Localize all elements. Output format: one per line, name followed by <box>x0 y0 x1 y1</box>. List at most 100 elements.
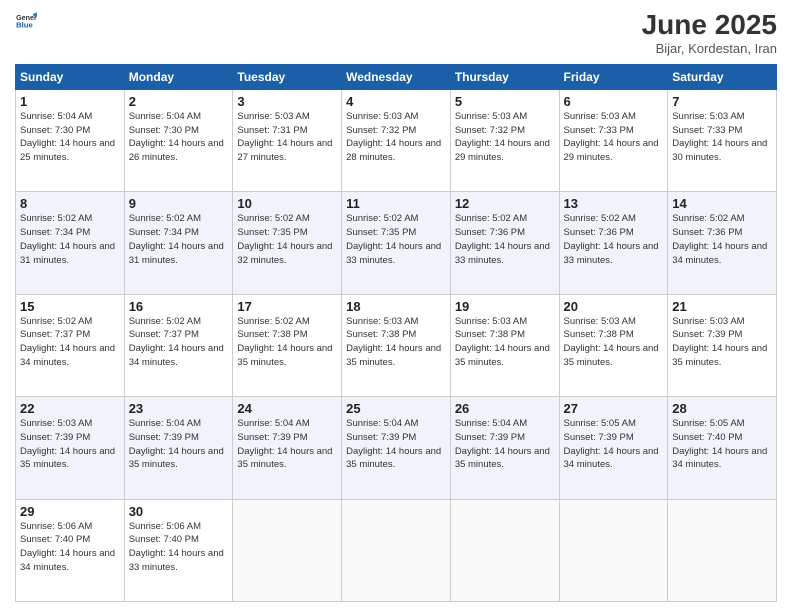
day-detail: Sunrise: 5:03 AM Sunset: 7:38 PM Dayligh… <box>564 315 664 370</box>
day-detail: Sunrise: 5:03 AM Sunset: 7:38 PM Dayligh… <box>455 315 555 370</box>
day-detail: Sunrise: 5:03 AM Sunset: 7:33 PM Dayligh… <box>672 110 772 165</box>
calendar-cell <box>450 499 559 601</box>
day-number: 15 <box>20 299 120 314</box>
day-detail: Sunrise: 5:04 AM Sunset: 7:39 PM Dayligh… <box>237 417 337 472</box>
day-detail: Sunrise: 5:02 AM Sunset: 7:35 PM Dayligh… <box>237 212 337 267</box>
calendar-cell <box>559 499 668 601</box>
calendar-cell <box>233 499 342 601</box>
day-number: 25 <box>346 401 446 416</box>
day-number: 7 <box>672 94 772 109</box>
day-number: 26 <box>455 401 555 416</box>
col-saturday: Saturday <box>668 64 777 89</box>
calendar-cell: 14 Sunrise: 5:02 AM Sunset: 7:36 PM Dayl… <box>668 192 777 294</box>
calendar-cell: 11 Sunrise: 5:02 AM Sunset: 7:35 PM Dayl… <box>342 192 451 294</box>
calendar-table: Sunday Monday Tuesday Wednesday Thursday… <box>15 64 777 602</box>
calendar-cell: 25 Sunrise: 5:04 AM Sunset: 7:39 PM Dayl… <box>342 397 451 499</box>
day-detail: Sunrise: 5:03 AM Sunset: 7:32 PM Dayligh… <box>455 110 555 165</box>
day-detail: Sunrise: 5:04 AM Sunset: 7:39 PM Dayligh… <box>129 417 229 472</box>
day-number: 20 <box>564 299 664 314</box>
day-detail: Sunrise: 5:03 AM Sunset: 7:33 PM Dayligh… <box>564 110 664 165</box>
calendar-cell: 26 Sunrise: 5:04 AM Sunset: 7:39 PM Dayl… <box>450 397 559 499</box>
col-monday: Monday <box>124 64 233 89</box>
calendar-cell: 21 Sunrise: 5:03 AM Sunset: 7:39 PM Dayl… <box>668 294 777 396</box>
svg-text:Blue: Blue <box>16 21 33 30</box>
calendar-cell: 29 Sunrise: 5:06 AM Sunset: 7:40 PM Dayl… <box>16 499 125 601</box>
calendar-cell: 27 Sunrise: 5:05 AM Sunset: 7:39 PM Dayl… <box>559 397 668 499</box>
day-number: 30 <box>129 504 229 519</box>
calendar-cell: 17 Sunrise: 5:02 AM Sunset: 7:38 PM Dayl… <box>233 294 342 396</box>
day-number: 6 <box>564 94 664 109</box>
calendar-cell: 30 Sunrise: 5:06 AM Sunset: 7:40 PM Dayl… <box>124 499 233 601</box>
day-number: 19 <box>455 299 555 314</box>
calendar-cell: 24 Sunrise: 5:04 AM Sunset: 7:39 PM Dayl… <box>233 397 342 499</box>
day-detail: Sunrise: 5:02 AM Sunset: 7:37 PM Dayligh… <box>129 315 229 370</box>
day-detail: Sunrise: 5:04 AM Sunset: 7:30 PM Dayligh… <box>20 110 120 165</box>
day-number: 8 <box>20 196 120 211</box>
day-number: 29 <box>20 504 120 519</box>
calendar-row: 29 Sunrise: 5:06 AM Sunset: 7:40 PM Dayl… <box>16 499 777 601</box>
day-number: 12 <box>455 196 555 211</box>
day-number: 10 <box>237 196 337 211</box>
day-number: 17 <box>237 299 337 314</box>
day-number: 13 <box>564 196 664 211</box>
title-block: June 2025 Bijar, Kordestan, Iran <box>642 10 777 56</box>
day-detail: Sunrise: 5:06 AM Sunset: 7:40 PM Dayligh… <box>20 520 120 575</box>
day-number: 16 <box>129 299 229 314</box>
calendar-cell: 16 Sunrise: 5:02 AM Sunset: 7:37 PM Dayl… <box>124 294 233 396</box>
day-detail: Sunrise: 5:04 AM Sunset: 7:30 PM Dayligh… <box>129 110 229 165</box>
day-number: 22 <box>20 401 120 416</box>
calendar-cell: 5 Sunrise: 5:03 AM Sunset: 7:32 PM Dayli… <box>450 89 559 191</box>
day-detail: Sunrise: 5:02 AM Sunset: 7:34 PM Dayligh… <box>20 212 120 267</box>
day-detail: Sunrise: 5:05 AM Sunset: 7:40 PM Dayligh… <box>672 417 772 472</box>
day-detail: Sunrise: 5:02 AM Sunset: 7:35 PM Dayligh… <box>346 212 446 267</box>
calendar-cell: 3 Sunrise: 5:03 AM Sunset: 7:31 PM Dayli… <box>233 89 342 191</box>
logo: General Blue <box>15 10 37 32</box>
calendar-cell: 18 Sunrise: 5:03 AM Sunset: 7:38 PM Dayl… <box>342 294 451 396</box>
day-detail: Sunrise: 5:04 AM Sunset: 7:39 PM Dayligh… <box>346 417 446 472</box>
day-number: 1 <box>20 94 120 109</box>
calendar-cell: 4 Sunrise: 5:03 AM Sunset: 7:32 PM Dayli… <box>342 89 451 191</box>
calendar-cell: 8 Sunrise: 5:02 AM Sunset: 7:34 PM Dayli… <box>16 192 125 294</box>
page: General Blue June 2025 Bijar, Kordestan,… <box>0 0 792 612</box>
day-detail: Sunrise: 5:03 AM Sunset: 7:32 PM Dayligh… <box>346 110 446 165</box>
day-detail: Sunrise: 5:02 AM Sunset: 7:38 PM Dayligh… <box>237 315 337 370</box>
logo-icon: General Blue <box>15 10 37 32</box>
day-detail: Sunrise: 5:03 AM Sunset: 7:38 PM Dayligh… <box>346 315 446 370</box>
day-number: 4 <box>346 94 446 109</box>
calendar-cell <box>342 499 451 601</box>
day-detail: Sunrise: 5:05 AM Sunset: 7:39 PM Dayligh… <box>564 417 664 472</box>
calendar-cell: 20 Sunrise: 5:03 AM Sunset: 7:38 PM Dayl… <box>559 294 668 396</box>
day-detail: Sunrise: 5:06 AM Sunset: 7:40 PM Dayligh… <box>129 520 229 575</box>
header-row: Sunday Monday Tuesday Wednesday Thursday… <box>16 64 777 89</box>
day-detail: Sunrise: 5:02 AM Sunset: 7:34 PM Dayligh… <box>129 212 229 267</box>
calendar-cell: 10 Sunrise: 5:02 AM Sunset: 7:35 PM Dayl… <box>233 192 342 294</box>
day-detail: Sunrise: 5:02 AM Sunset: 7:36 PM Dayligh… <box>455 212 555 267</box>
calendar-cell <box>668 499 777 601</box>
calendar-row: 1 Sunrise: 5:04 AM Sunset: 7:30 PM Dayli… <box>16 89 777 191</box>
day-number: 27 <box>564 401 664 416</box>
calendar-cell: 2 Sunrise: 5:04 AM Sunset: 7:30 PM Dayli… <box>124 89 233 191</box>
main-title: June 2025 <box>642 10 777 41</box>
day-number: 14 <box>672 196 772 211</box>
calendar-cell: 12 Sunrise: 5:02 AM Sunset: 7:36 PM Dayl… <box>450 192 559 294</box>
calendar-cell: 1 Sunrise: 5:04 AM Sunset: 7:30 PM Dayli… <box>16 89 125 191</box>
day-number: 21 <box>672 299 772 314</box>
day-detail: Sunrise: 5:02 AM Sunset: 7:36 PM Dayligh… <box>564 212 664 267</box>
day-number: 24 <box>237 401 337 416</box>
calendar-cell: 19 Sunrise: 5:03 AM Sunset: 7:38 PM Dayl… <box>450 294 559 396</box>
calendar-row: 22 Sunrise: 5:03 AM Sunset: 7:39 PM Dayl… <box>16 397 777 499</box>
calendar-cell: 9 Sunrise: 5:02 AM Sunset: 7:34 PM Dayli… <box>124 192 233 294</box>
day-detail: Sunrise: 5:02 AM Sunset: 7:36 PM Dayligh… <box>672 212 772 267</box>
col-sunday: Sunday <box>16 64 125 89</box>
calendar-cell: 22 Sunrise: 5:03 AM Sunset: 7:39 PM Dayl… <box>16 397 125 499</box>
day-number: 9 <box>129 196 229 211</box>
day-number: 23 <box>129 401 229 416</box>
calendar-cell: 7 Sunrise: 5:03 AM Sunset: 7:33 PM Dayli… <box>668 89 777 191</box>
calendar-cell: 6 Sunrise: 5:03 AM Sunset: 7:33 PM Dayli… <box>559 89 668 191</box>
day-detail: Sunrise: 5:04 AM Sunset: 7:39 PM Dayligh… <box>455 417 555 472</box>
calendar-cell: 13 Sunrise: 5:02 AM Sunset: 7:36 PM Dayl… <box>559 192 668 294</box>
day-detail: Sunrise: 5:02 AM Sunset: 7:37 PM Dayligh… <box>20 315 120 370</box>
day-detail: Sunrise: 5:03 AM Sunset: 7:39 PM Dayligh… <box>20 417 120 472</box>
day-number: 18 <box>346 299 446 314</box>
calendar-cell: 28 Sunrise: 5:05 AM Sunset: 7:40 PM Dayl… <box>668 397 777 499</box>
